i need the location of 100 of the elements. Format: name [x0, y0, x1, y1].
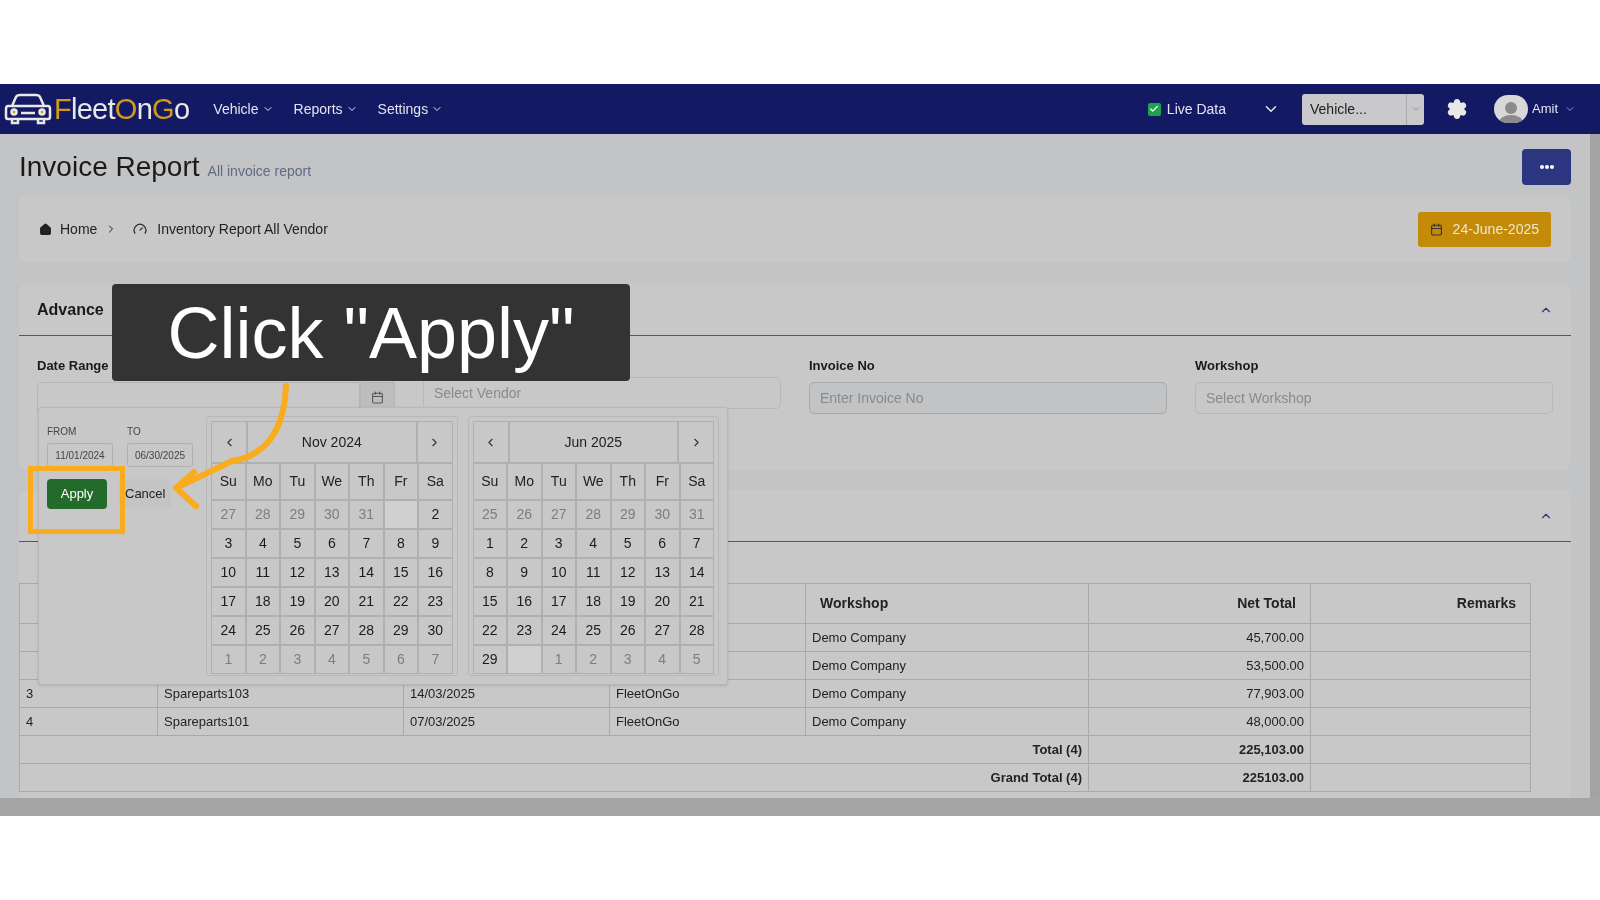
calendar-day[interactable]: 22: [472, 616, 507, 645]
calendar-day[interactable]: 7: [679, 529, 714, 558]
brand-logo[interactable]: FleetOnGo: [54, 94, 190, 124]
calendar-day[interactable]: 24: [541, 616, 576, 645]
calendar-day[interactable]: 8: [383, 529, 419, 558]
calendar-day[interactable]: 18: [576, 587, 611, 616]
calendar-day[interactable]: 29: [383, 616, 419, 645]
calendar-day[interactable]: 27: [645, 616, 680, 645]
calendar-day[interactable]: 10: [541, 558, 576, 587]
month-title: Nov 2024: [247, 421, 417, 463]
calendar-day[interactable]: 30: [418, 616, 453, 645]
calendar-day[interactable]: 26: [280, 616, 315, 645]
calendar-day[interactable]: 8: [472, 558, 507, 587]
table-cell: 4: [19, 707, 158, 736]
table-cell: Demo Company: [805, 623, 1089, 652]
next-month-button[interactable]: [416, 421, 453, 463]
calendar-day[interactable]: 24: [211, 616, 246, 645]
apply-button[interactable]: Apply: [47, 479, 107, 509]
calendar-day[interactable]: 23: [507, 616, 542, 645]
calendar-day[interactable]: 19: [280, 587, 315, 616]
calendar-day[interactable]: 6: [314, 529, 350, 558]
vertical-scrollbar[interactable]: [1590, 134, 1600, 798]
calendar-day[interactable]: 20: [645, 587, 680, 616]
weekday-label: Fr: [383, 463, 419, 500]
user-name[interactable]: Amit: [1532, 99, 1558, 119]
calendar-day[interactable]: 4: [245, 529, 281, 558]
nav-menu[interactable]: Settings: [377, 98, 444, 120]
calendar-day[interactable]: 12: [610, 558, 645, 587]
previous-month-button[interactable]: [211, 421, 248, 463]
more-button[interactable]: [1522, 148, 1571, 185]
input-field[interactable]: Enter Invoice No: [809, 381, 1167, 414]
calendar-day[interactable]: 14: [349, 558, 384, 587]
calendar-day[interactable]: 18: [245, 587, 281, 616]
avatar[interactable]: [1494, 95, 1528, 123]
calendar-day[interactable]: 9: [507, 558, 542, 587]
vehicle-select[interactable]: Vehicle...: [1302, 93, 1424, 125]
calendar-day[interactable]: 27: [314, 616, 350, 645]
weekday-label: Sa: [418, 463, 453, 500]
calendar-day[interactable]: 15: [383, 558, 419, 587]
calendar-day[interactable]: 19: [610, 587, 645, 616]
calendar-day[interactable]: 14: [679, 558, 714, 587]
calendar-day[interactable]: 13: [314, 558, 350, 587]
total-label: Grand Total (4): [19, 763, 1089, 792]
calendar-day[interactable]: 25: [245, 616, 281, 645]
calendar-day[interactable]: 5: [280, 529, 315, 558]
breadcrumb-link[interactable]: Home: [60, 218, 98, 240]
settings-icon[interactable]: [1446, 98, 1468, 120]
calendar-day[interactable]: 7: [349, 529, 384, 558]
calendar-day[interactable]: 26: [610, 616, 645, 645]
previous-month-button[interactable]: [472, 421, 509, 463]
calendar-day[interactable]: 11: [576, 558, 611, 587]
breadcrumb-current: Inventory Report All Vendor: [157, 219, 328, 239]
calendar-day[interactable]: 16: [418, 558, 453, 587]
select-field[interactable]: Select Workshop: [1195, 381, 1553, 414]
calendar-day[interactable]: 17: [211, 587, 246, 616]
calendar-day[interactable]: 20: [314, 587, 350, 616]
calendar-day[interactable]: 29: [472, 645, 507, 674]
calendar-day[interactable]: 9: [418, 529, 453, 558]
month-title: Jun 2025: [508, 421, 678, 463]
cancel-button[interactable]: Cancel: [119, 479, 172, 509]
calendar-day[interactable]: 11: [245, 558, 281, 587]
weekday-label: Tu: [280, 463, 315, 500]
calendar-day[interactable]: 23: [418, 587, 453, 616]
horizontal-scrollbar[interactable]: [0, 798, 1600, 816]
nav-menu[interactable]: Vehicle: [213, 98, 274, 120]
calendar-day[interactable]: 3: [541, 529, 576, 558]
from-date-field[interactable]: 11/01/2024: [47, 443, 113, 467]
field-label: Date Range: [37, 357, 109, 375]
calendar-day[interactable]: 1: [472, 529, 507, 558]
calendar-day[interactable]: 12: [280, 558, 315, 587]
calendar-day[interactable]: 2: [507, 529, 542, 558]
calendar-day[interactable]: 15: [472, 587, 507, 616]
calendar-day[interactable]: 28: [679, 616, 714, 645]
weekday-label: Su: [472, 463, 507, 500]
live-data-toggle[interactable]: Live Data: [1147, 98, 1226, 120]
calendar-day[interactable]: 16: [507, 587, 542, 616]
calendar-day[interactable]: 3: [211, 529, 246, 558]
column-header: Remarks: [1310, 583, 1531, 624]
calendar-day[interactable]: 28: [349, 616, 384, 645]
calendar-day[interactable]: 22: [383, 587, 419, 616]
calendar-day[interactable]: 25: [576, 616, 611, 645]
calendar-day[interactable]: 13: [645, 558, 680, 587]
next-month-button[interactable]: [678, 421, 714, 463]
calendar-day[interactable]: 2: [418, 500, 453, 529]
calendar-day[interactable]: 21: [679, 587, 714, 616]
table-cell: Demo Company: [805, 707, 1089, 736]
calendar-day[interactable]: 21: [349, 587, 384, 616]
calendar-day[interactable]: 17: [541, 587, 576, 616]
selected-day[interactable]: [383, 500, 419, 529]
calendar-day[interactable]: 5: [610, 529, 645, 558]
to-date-field[interactable]: 06/30/2025: [127, 443, 193, 467]
field-label: Workshop: [1195, 357, 1259, 375]
calendar-day[interactable]: 6: [645, 529, 680, 558]
table-cell: FleetOnGo: [609, 707, 806, 736]
calendar-day[interactable]: 4: [576, 529, 611, 558]
calendar-day[interactable]: 10: [211, 558, 246, 587]
table-cell: 53,500.00: [1088, 651, 1311, 680]
nav-menu[interactable]: Reports: [293, 98, 358, 120]
checkbox[interactable]: [1147, 102, 1161, 116]
selected-day[interactable]: [507, 645, 542, 674]
